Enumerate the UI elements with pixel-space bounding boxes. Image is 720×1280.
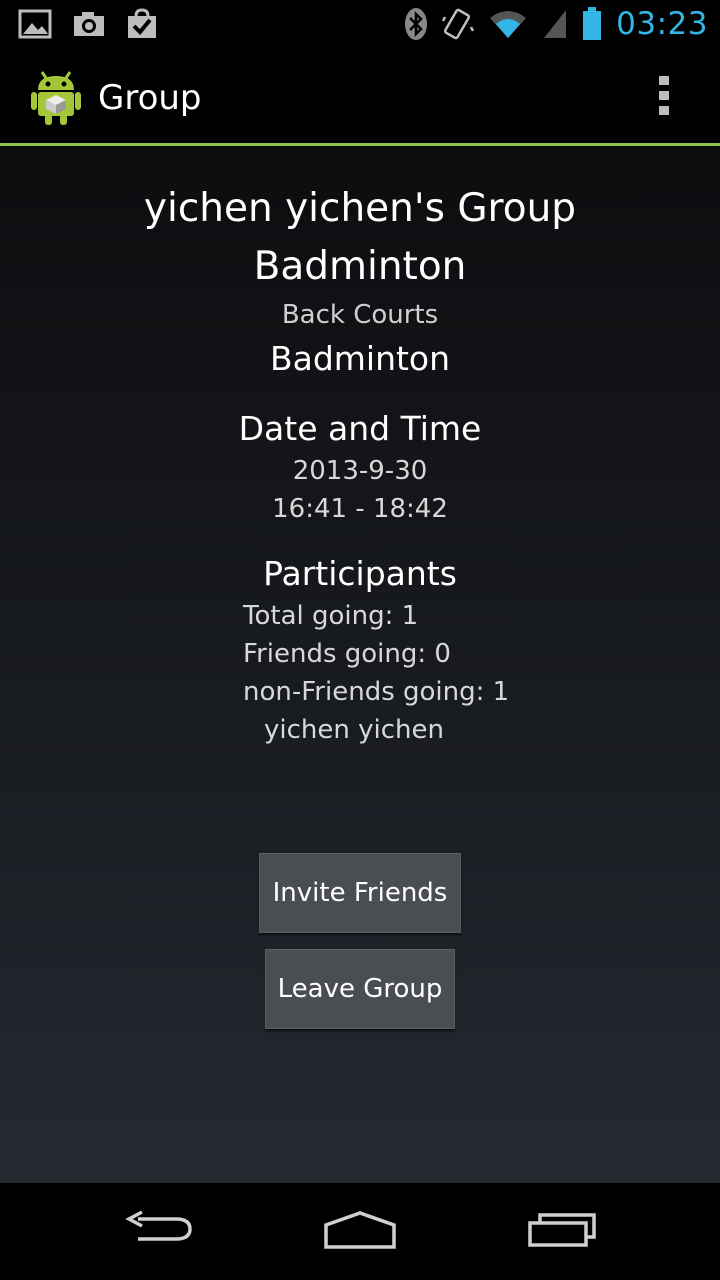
gallery-icon xyxy=(18,8,52,40)
action-bar-title: Group xyxy=(98,78,202,118)
friends-going: Friends going: 0 xyxy=(243,639,451,669)
home-icon[interactable] xyxy=(322,1209,398,1254)
event-time-range: 16:41 - 18:42 xyxy=(272,494,448,524)
navigation-bar xyxy=(0,1183,720,1280)
group-activity: Badminton xyxy=(253,244,467,289)
invite-friends-button[interactable]: Invite Friends xyxy=(259,853,461,933)
checkbox-bag-icon xyxy=(126,8,158,40)
back-icon[interactable] xyxy=(124,1209,196,1254)
participant-name: yichen yichen xyxy=(264,715,444,745)
group-details: yichen yichen's Group Badminton Back Cou… xyxy=(0,146,720,1183)
leave-group-button[interactable]: Leave Group xyxy=(265,949,455,1029)
participants-heading: Participants xyxy=(263,554,457,593)
date-time-heading: Date and Time xyxy=(238,409,482,448)
non-friends-going: non-Friends going: 1 xyxy=(243,677,510,707)
bluetooth-icon xyxy=(404,7,428,41)
android-app-icon[interactable] xyxy=(30,68,82,126)
recent-apps-icon[interactable] xyxy=(526,1209,598,1254)
event-date: 2013-9-30 xyxy=(292,456,428,486)
status-time: 03:23 xyxy=(616,6,708,42)
action-bar: Group xyxy=(0,50,720,146)
group-sport: Badminton xyxy=(269,339,451,378)
total-going: Total going: 1 xyxy=(243,601,419,631)
overflow-menu-icon[interactable] xyxy=(650,76,678,120)
signal-icon xyxy=(542,8,568,40)
camera-icon xyxy=(72,9,106,39)
status-bar: 03:23 xyxy=(0,0,720,50)
group-location: Back Courts xyxy=(281,300,439,330)
battery-icon xyxy=(582,7,602,41)
vibrate-icon xyxy=(442,7,475,41)
wifi-icon xyxy=(488,8,528,40)
group-title: yichen yichen's Group xyxy=(143,186,577,231)
